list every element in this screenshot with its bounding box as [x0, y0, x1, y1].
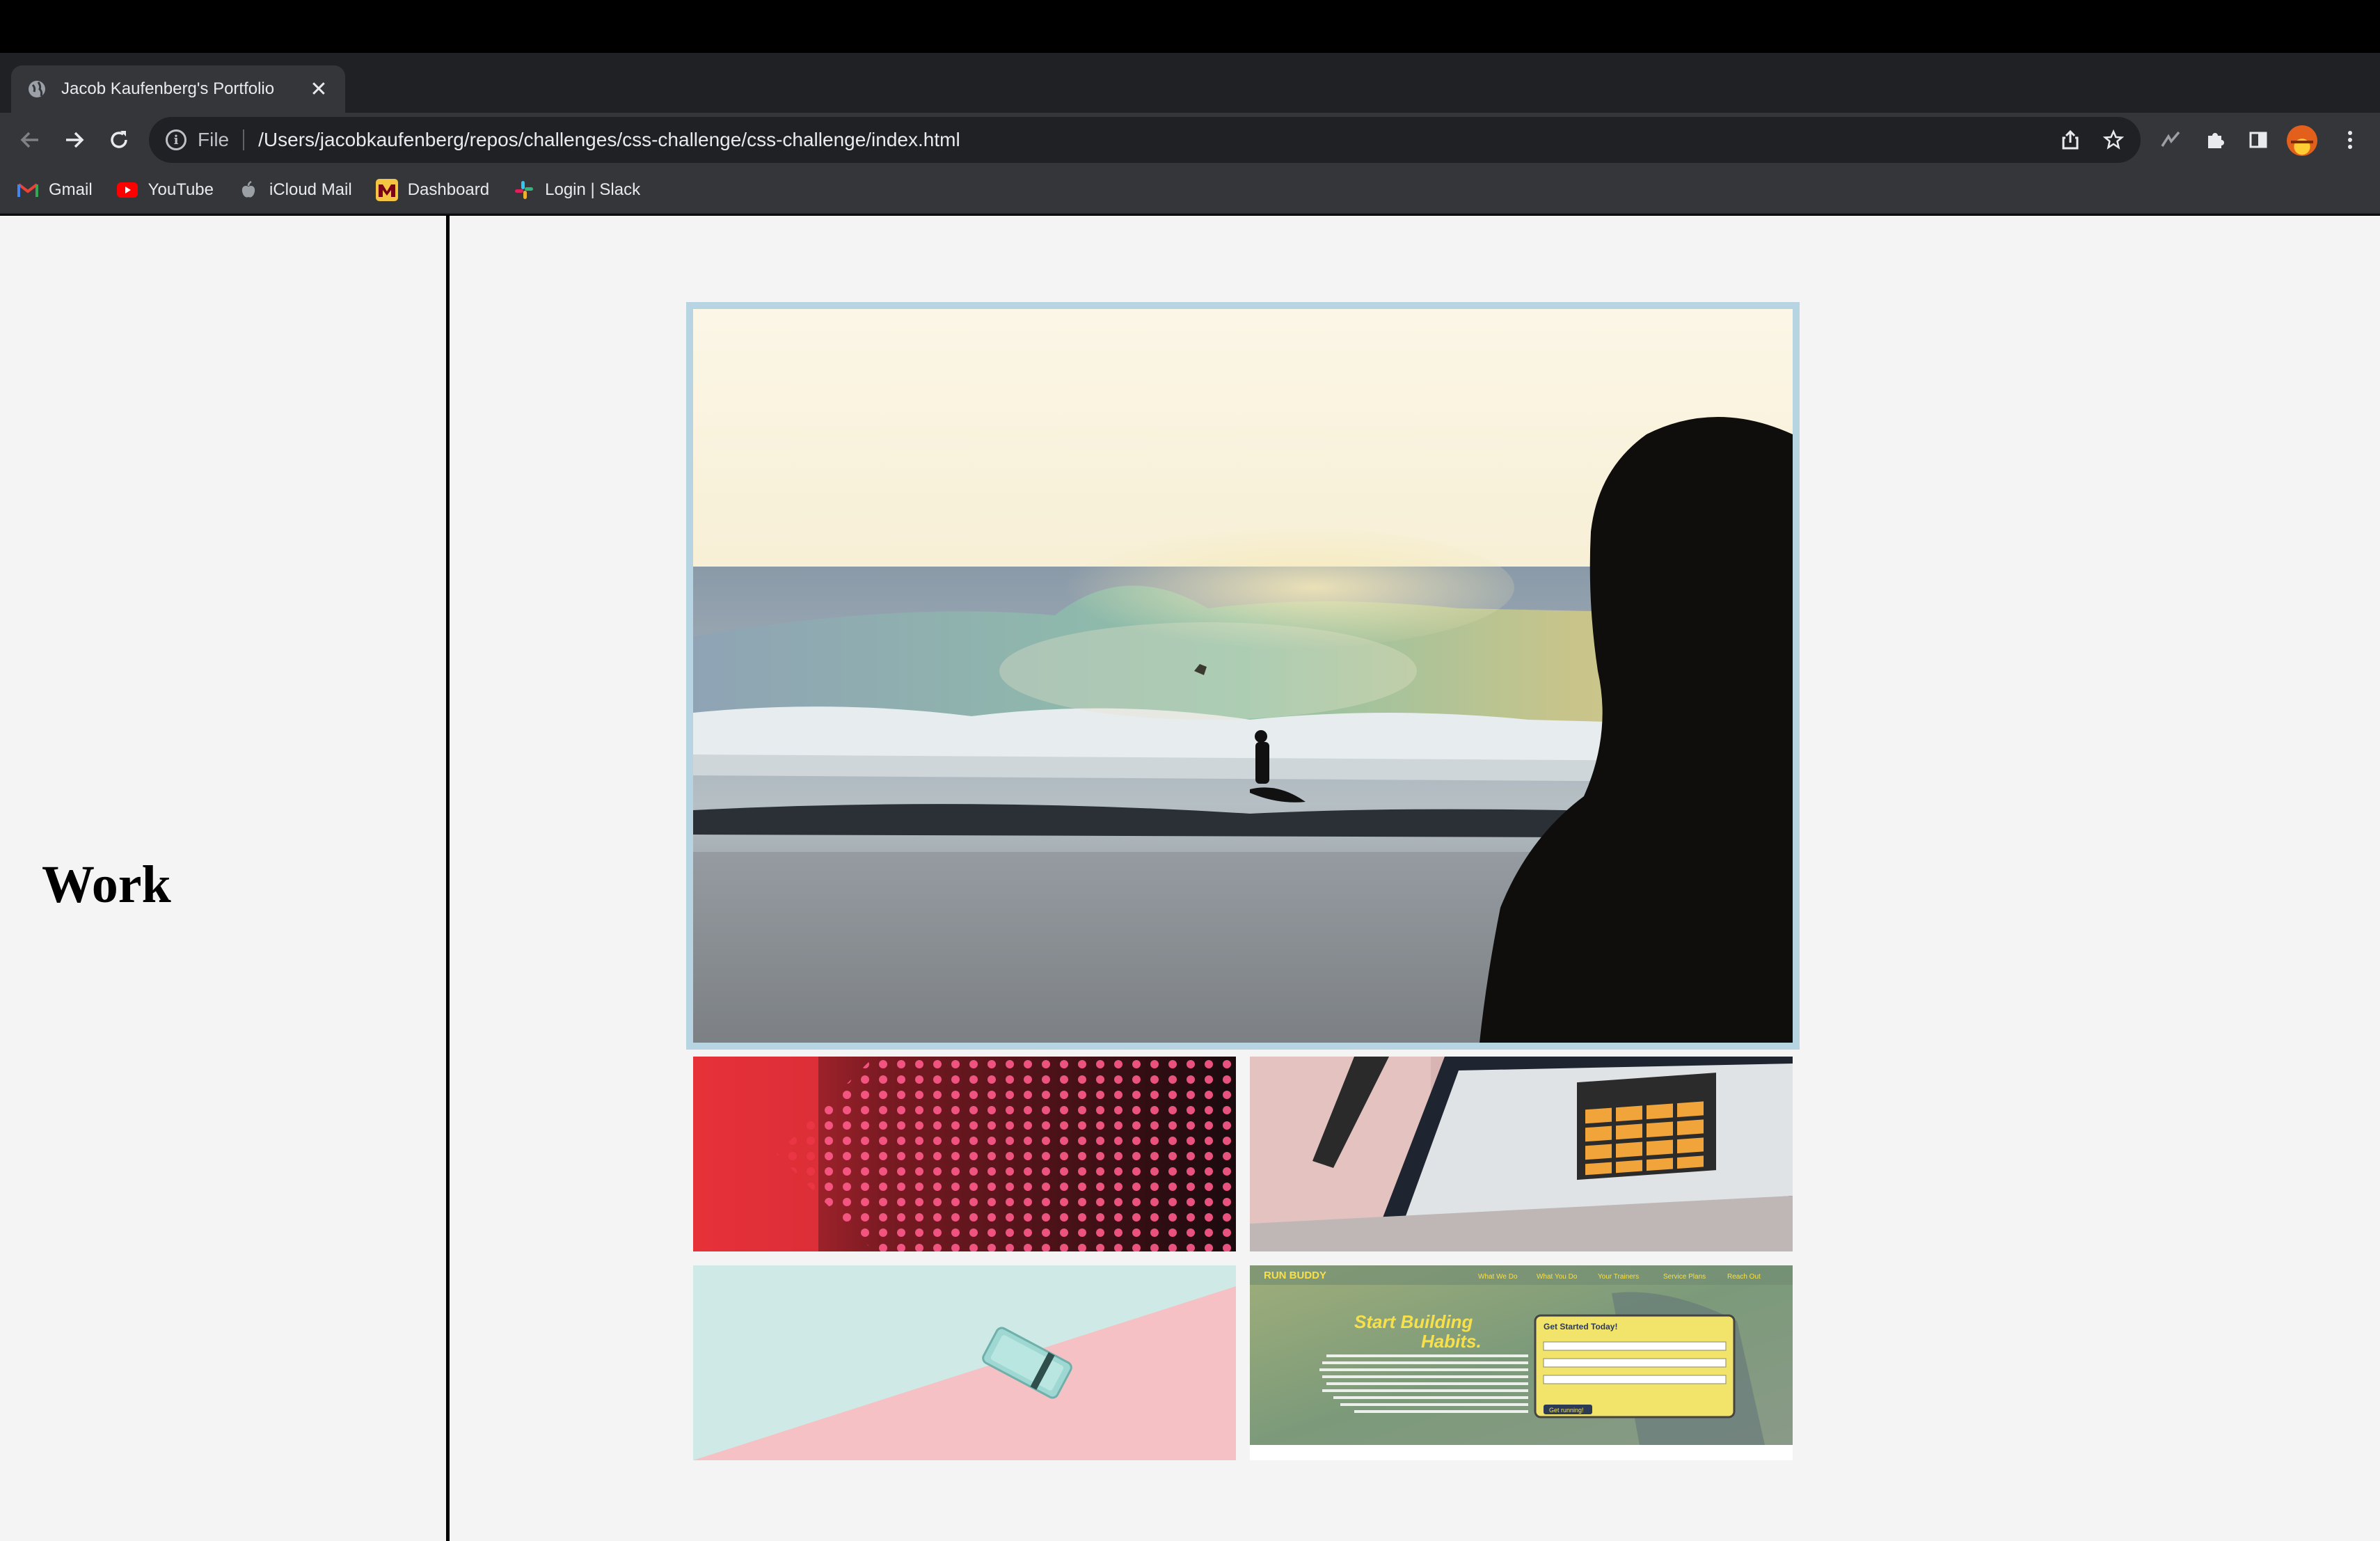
run-buddy-nav-item: Your Trainers: [1598, 1273, 1639, 1281]
run-buddy-nav-item: What You Do: [1537, 1273, 1578, 1281]
bookmark-gmail[interactable]: Gmail: [17, 179, 93, 201]
device-photo: [693, 1265, 1236, 1460]
extensions-puzzle-icon[interactable]: [2198, 123, 2232, 157]
extension-analytics-icon[interactable]: [2153, 123, 2188, 157]
browser-tab[interactable]: Jacob Kaufenberg's Portfolio ✕: [11, 65, 345, 113]
forward-arrow-icon[interactable]: [57, 123, 92, 157]
sidebar: Work: [0, 216, 450, 1541]
run-buddy-screenshot: RUN BUDDY What We Do What You Do Your Tr…: [1250, 1265, 1793, 1445]
address-scheme: File: [198, 129, 230, 150]
address-separator: [243, 129, 245, 150]
led-wall-photo: [693, 1057, 1236, 1251]
bookmark-label: Login | Slack: [545, 180, 641, 199]
browser-toolbar: i File /Users/jacobkaufenberg/repos/chal…: [0, 113, 2380, 167]
project-thumbnail-run-buddy[interactable]: RUN BUDDY What We Do What You Do Your Tr…: [1250, 1265, 1793, 1460]
run-buddy-nav-item: Service Plans: [1663, 1273, 1706, 1281]
globe-icon: [26, 79, 47, 100]
tab-strip: Jacob Kaufenberg's Portfolio ✕ +: [0, 53, 2380, 153]
laptop-photo: [1250, 1057, 1793, 1251]
bookmark-dashboard[interactable]: Dashboard: [375, 179, 490, 201]
run-buddy-headline: Habits.: [1421, 1331, 1482, 1352]
bookmark-icloud-mail[interactable]: iCloud Mail: [237, 179, 352, 201]
project-thumbnail-led[interactable]: [693, 1057, 1236, 1251]
close-tab-icon[interactable]: ✕: [308, 77, 330, 102]
more-menu-icon[interactable]: [2333, 123, 2367, 157]
reload-icon[interactable]: [102, 123, 136, 157]
run-buddy-headline: Start Building: [1354, 1311, 1473, 1332]
side-panel-icon[interactable]: [2241, 123, 2276, 157]
dashboard-icon: [375, 179, 398, 201]
project-thumbnail-device[interactable]: [693, 1265, 1236, 1460]
run-buddy-nav-item: Reach Out: [1727, 1273, 1761, 1281]
gmail-icon: [17, 179, 39, 201]
tab-title: Jacob Kaufenberg's Portfolio: [61, 79, 275, 98]
slack-icon: [513, 179, 535, 201]
project-thumbnail-calculator[interactable]: [1250, 1057, 1793, 1251]
back-arrow-icon[interactable]: [13, 123, 47, 157]
bookmark-slack[interactable]: Login | Slack: [513, 179, 640, 201]
surf-photo: [693, 309, 1793, 1043]
section-heading: Work: [42, 855, 171, 914]
screen-top-bar: [0, 0, 2380, 53]
run-buddy-form-title: Get Started Today!: [1544, 1322, 1617, 1331]
bookmarks-bar: Gmail YouTube iCloud Mail Dashboard Logi…: [0, 167, 2380, 214]
bookmark-youtube[interactable]: YouTube: [116, 179, 214, 201]
bookmark-label: iCloud Mail: [269, 180, 352, 199]
bookmark-star-icon[interactable]: [2103, 129, 2124, 150]
bookmark-label: Gmail: [49, 180, 93, 199]
site-info-icon[interactable]: i: [166, 129, 187, 150]
run-buddy-nav-item: What We Do: [1478, 1273, 1518, 1281]
run-buddy-form-button: Get running!: [1549, 1407, 1584, 1414]
featured-project-image[interactable]: [686, 302, 1800, 1050]
page-body: Work RUN BUDDY What We Do What You Do Yo…: [0, 216, 2380, 1541]
apple-icon: [237, 179, 260, 201]
run-buddy-brand: RUN BUDDY: [1264, 1270, 1326, 1281]
share-icon[interactable]: [2061, 129, 2079, 150]
youtube-icon: [116, 179, 138, 201]
bookmark-label: Dashboard: [407, 180, 490, 199]
bookmark-label: YouTube: [148, 180, 214, 199]
profile-avatar[interactable]: [2287, 125, 2317, 156]
address-bar[interactable]: i File /Users/jacobkaufenberg/repos/chal…: [149, 117, 2141, 163]
address-url[interactable]: /Users/jacobkaufenberg/repos/challenges/…: [258, 129, 960, 151]
